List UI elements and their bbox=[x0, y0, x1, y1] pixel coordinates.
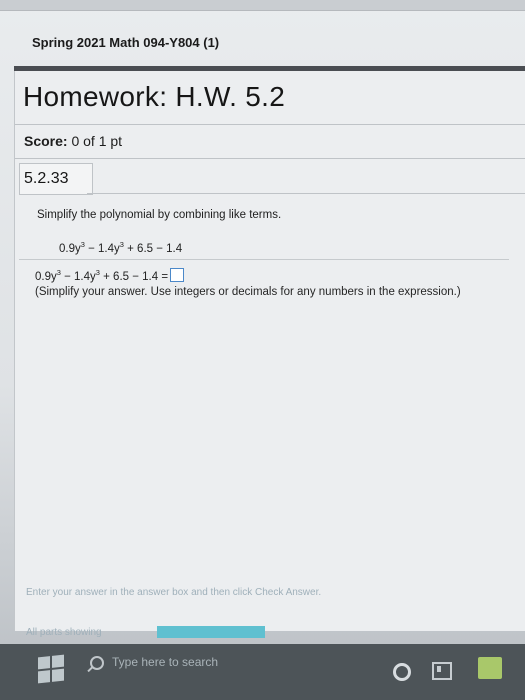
screen: Spring 2021 Math 094-Y804 (1) Homework: … bbox=[0, 0, 525, 700]
score-label: Score: bbox=[24, 133, 68, 149]
term: + 6.5 − 1.4 bbox=[123, 242, 183, 255]
course-title: Spring 2021 Math 094-Y804 (1) bbox=[32, 34, 220, 50]
divider bbox=[15, 124, 525, 125]
footer-instructions: Enter your answer in the answer box and … bbox=[26, 587, 322, 598]
term: + 6.5 − 1.4 = bbox=[99, 271, 169, 283]
cortana-icon[interactable] bbox=[393, 663, 411, 681]
divider bbox=[15, 158, 525, 159]
taskbar-search-input[interactable]: Type here to search bbox=[112, 655, 218, 669]
question-number: 5.2.33 bbox=[19, 163, 93, 195]
parts-showing-label: All parts showing bbox=[26, 627, 102, 638]
parts-progress-bar bbox=[157, 626, 265, 638]
score-row: Score: 0 of 1 pt bbox=[24, 133, 122, 149]
divider bbox=[87, 193, 525, 194]
term: 0.9y bbox=[59, 242, 81, 255]
task-view-icon[interactable] bbox=[432, 662, 452, 680]
search-icon[interactable] bbox=[90, 656, 104, 670]
term: − 1.4y bbox=[60, 271, 96, 283]
answer-input[interactable] bbox=[170, 268, 185, 282]
progress-fill bbox=[157, 626, 265, 638]
score-value: 0 of 1 pt bbox=[71, 133, 123, 149]
answer-line: 0.9y3 − 1.4y3 + 6.5 − 1.4 = bbox=[35, 268, 185, 283]
course-header: Spring 2021 Math 094-Y804 (1) bbox=[14, 22, 525, 62]
polynomial-expression: 0.9y3 − 1.4y3 + 6.5 − 1.4 bbox=[59, 240, 182, 255]
homework-panel: Homework: H.W. 5.2 Score: 0 of 1 pt 5.2.… bbox=[14, 71, 525, 631]
answer-hint: (Simplify your answer. Use integers or d… bbox=[35, 286, 461, 298]
term: − 1.4y bbox=[84, 242, 120, 255]
divider bbox=[19, 259, 509, 260]
term: 0.9y bbox=[35, 271, 57, 283]
windows-logo-icon[interactable] bbox=[38, 654, 64, 684]
browser-top-strip bbox=[0, 0, 525, 11]
homework-title: Homework: H.W. 5.2 bbox=[23, 81, 286, 112]
app-icon[interactable] bbox=[478, 657, 502, 679]
question-instruction: Simplify the polynomial by combining lik… bbox=[37, 209, 282, 221]
